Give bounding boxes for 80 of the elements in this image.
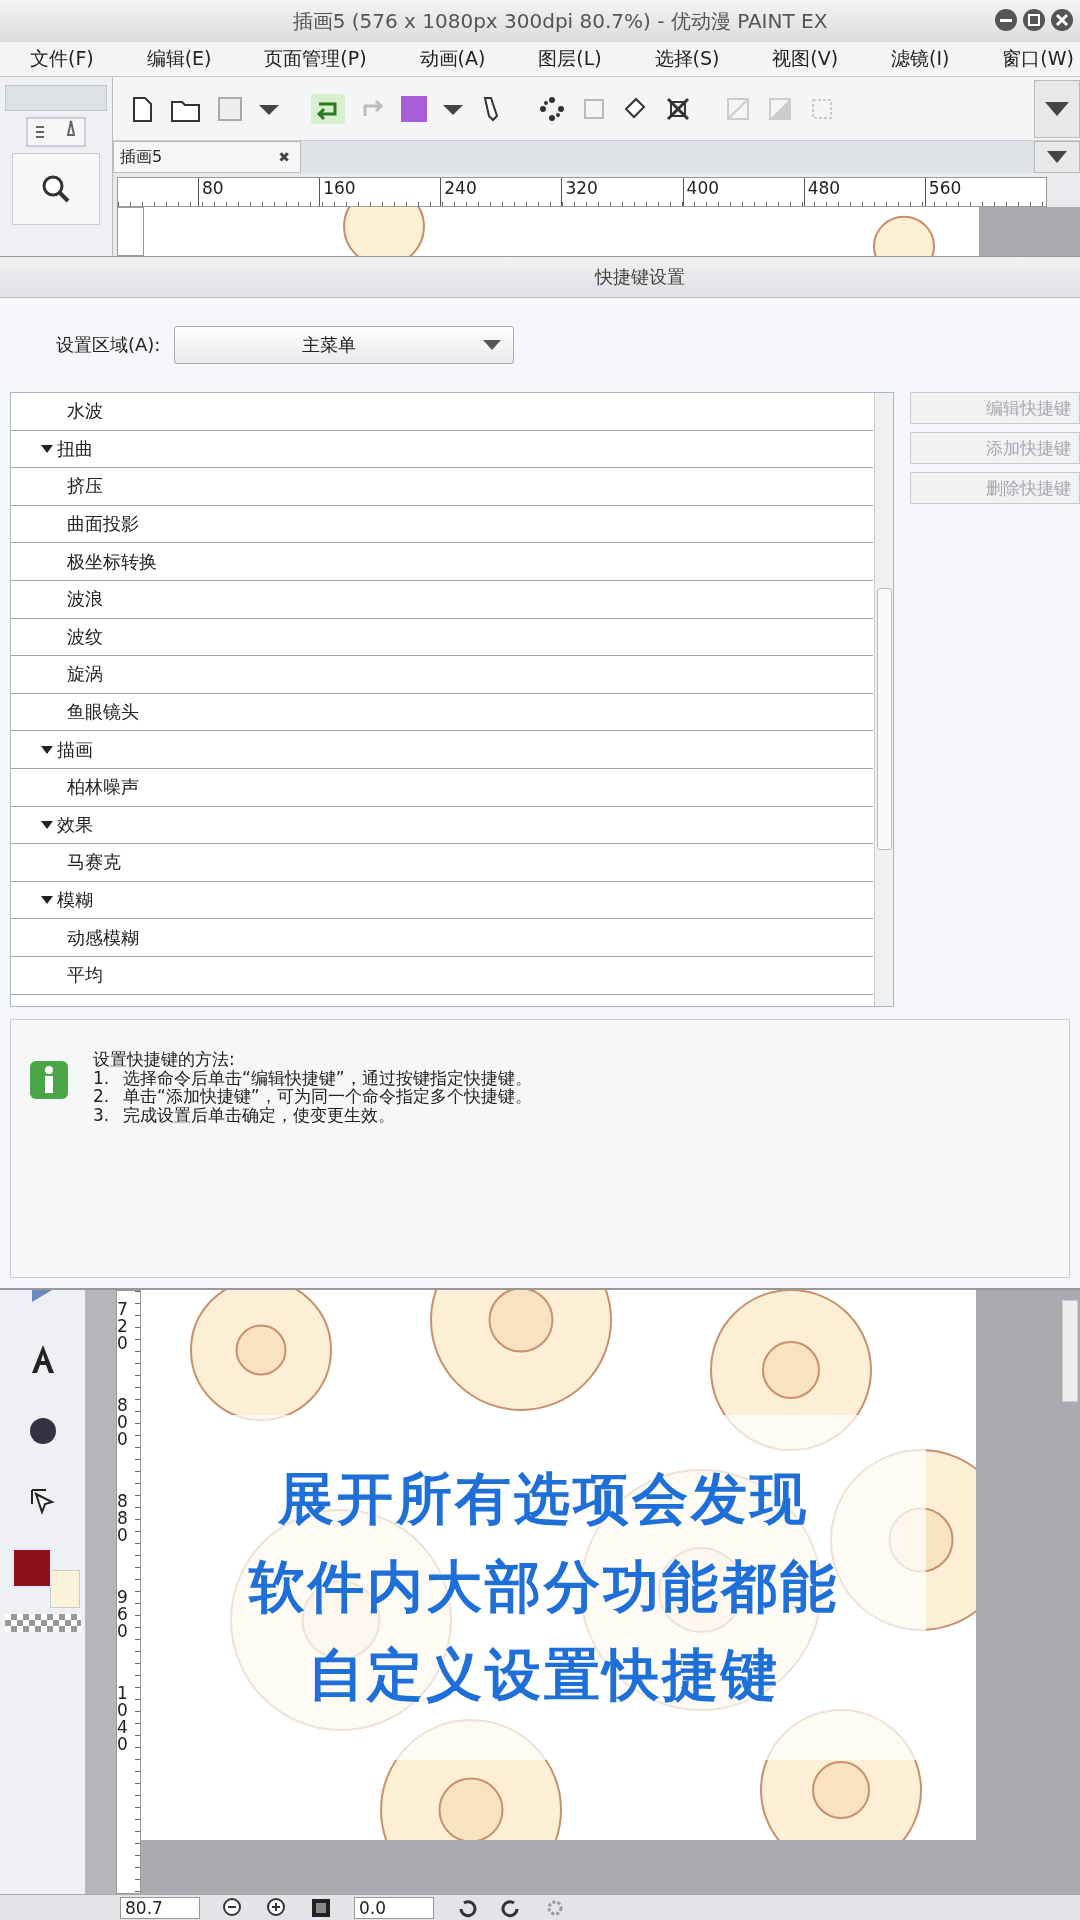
expand-icon[interactable] xyxy=(41,745,53,754)
ruler-label: 400 xyxy=(682,178,804,206)
tree-item[interactable]: 马赛克 xyxy=(11,844,873,882)
tree-item[interactable]: 柏林噪声 xyxy=(11,768,873,807)
zoom-field[interactable]: 80.7 xyxy=(120,1896,200,1919)
zoom-in-icon[interactable] xyxy=(266,1896,288,1919)
menu-item[interactable]: 文件(F) xyxy=(30,46,94,72)
step-text: 单击“添加快捷键”，可为同一个命令指定多个快捷键。 xyxy=(123,1087,532,1107)
ruler-label: 880 xyxy=(117,1493,129,1547)
scrollbar[interactable] xyxy=(874,393,893,1006)
zoom-out-icon[interactable] xyxy=(222,1896,244,1919)
tree-item[interactable]: 鱼眼镜头 xyxy=(11,693,873,732)
ruler-label: 720 xyxy=(117,1301,129,1355)
caret-icon xyxy=(1047,151,1067,164)
ruler-label: 800 xyxy=(117,1397,129,1451)
menu-item[interactable]: 视图(V) xyxy=(772,46,839,72)
ruler-label: 240 xyxy=(440,178,562,206)
menu-item[interactable]: 动画(A) xyxy=(419,46,486,72)
expand-icon[interactable] xyxy=(41,820,53,829)
tree-item[interactable]: 动感模糊 xyxy=(11,919,873,957)
ruler-label: 560 xyxy=(924,178,1046,206)
step-text: 完成设置后单击确定，使变更生效。 xyxy=(123,1106,395,1125)
close-icon[interactable] xyxy=(1050,8,1074,32)
field-label: 设置区域(A): xyxy=(56,333,161,357)
area-dropdown[interactable]: 主菜单 xyxy=(174,326,515,364)
tree-item[interactable]: 水波 xyxy=(11,393,873,431)
step-number: 1. xyxy=(93,1068,109,1088)
tree-group-item[interactable]: 效果 xyxy=(11,806,873,845)
ruler-label: 1040 xyxy=(117,1685,129,1756)
tree-group-item[interactable]: 模糊 xyxy=(11,881,873,920)
menu-item[interactable]: 页面管理(P) xyxy=(264,46,367,72)
tree-item[interactable]: 挤压 xyxy=(11,468,873,506)
minimize-icon[interactable] xyxy=(994,8,1018,32)
document-tab[interactable]: 插画5 ✖ xyxy=(113,141,301,174)
pen-tab-icon[interactable] xyxy=(26,117,86,147)
foreground-color-swatch[interactable] xyxy=(11,1548,52,1588)
fit-icon[interactable] xyxy=(310,1896,332,1919)
tree-item[interactable]: 曲面投影 xyxy=(11,505,873,544)
ruler-label: 160 xyxy=(319,178,441,206)
transparent-swatch[interactable] xyxy=(4,1614,81,1632)
caption-text: 软件内大部分功能都能 xyxy=(248,1552,839,1621)
ruler-label: 960 xyxy=(117,1589,129,1643)
step-number: 2. xyxy=(93,1087,109,1107)
tree-item[interactable]: 平均 xyxy=(11,956,873,995)
menu-item[interactable]: 滤镜(I) xyxy=(891,46,950,72)
ruler-label: 480 xyxy=(803,178,925,206)
info-heading: 设置快捷键的方法: xyxy=(93,1050,236,1069)
menu-item[interactable]: 窗口(W) xyxy=(1002,46,1074,72)
background-color-swatch[interactable] xyxy=(49,1570,80,1608)
step-text: 选择命令后单击“编辑快捷键”，通过按键指定快捷键。 xyxy=(123,1068,532,1088)
undo-icon[interactable] xyxy=(311,93,345,124)
ruler-label: 80 xyxy=(198,178,320,206)
menu-item[interactable]: 图层(L) xyxy=(538,46,602,72)
tab-menu-button[interactable] xyxy=(1034,141,1080,174)
tree-item[interactable]: 波纹 xyxy=(11,618,873,657)
caret-icon xyxy=(1045,101,1069,116)
color-swatch-icon[interactable] xyxy=(399,93,429,124)
close-icon[interactable]: ✖ xyxy=(278,149,290,166)
ruler-label: 320 xyxy=(561,178,683,206)
expand-icon[interactable] xyxy=(41,444,53,453)
step-number: 3. xyxy=(93,1106,109,1125)
dialog-title: 快捷键设置 xyxy=(595,265,685,289)
maximize-icon[interactable] xyxy=(1022,8,1046,32)
scroll-thumb[interactable] xyxy=(877,588,892,850)
toolbar-menu-button[interactable] xyxy=(1034,79,1080,138)
menu-item[interactable]: 编辑(E) xyxy=(146,46,212,72)
tree-item[interactable]: 波浪 xyxy=(11,580,873,619)
caption-text: 展开所有选项会发现 xyxy=(278,1464,809,1533)
rotation-field[interactable]: 0.0 xyxy=(354,1896,434,1919)
info-icon xyxy=(29,1060,69,1100)
window-title: 插画5 (576 x 1080px 300dpi 80.7%) - 优动漫 PAINT EX xyxy=(292,7,828,35)
menu-item[interactable]: 选择(S) xyxy=(654,46,720,72)
tree-group-item[interactable]: 扭曲 xyxy=(11,430,873,469)
caret-icon xyxy=(483,340,502,350)
tree-item[interactable]: 旋涡 xyxy=(11,656,873,694)
tree-group-item[interactable]: 描画 xyxy=(11,731,873,769)
tree-item[interactable]: 极坐标转换 xyxy=(11,543,873,581)
caption-text: 自定义设置快捷键 xyxy=(307,1640,780,1709)
scrollbar[interactable] xyxy=(1062,1300,1078,1402)
expand-icon[interactable] xyxy=(41,896,53,904)
